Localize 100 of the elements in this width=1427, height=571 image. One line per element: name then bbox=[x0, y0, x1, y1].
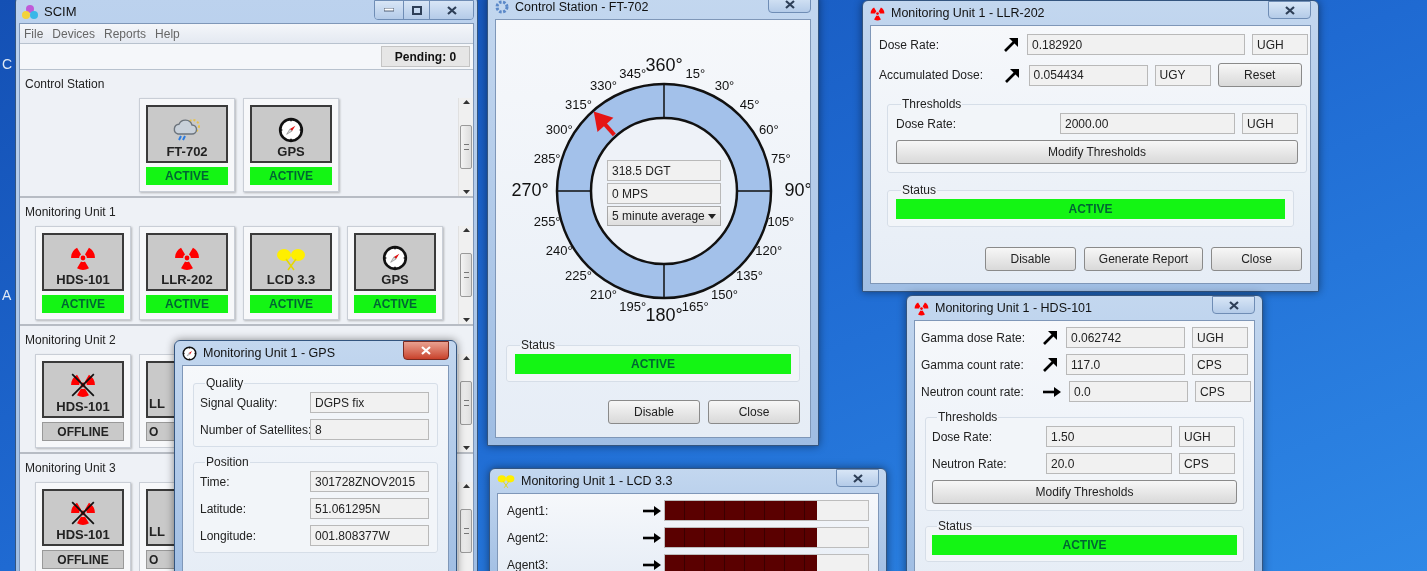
field-label: Agent1: bbox=[507, 502, 550, 520]
value-field[interactable]: 0.182920 bbox=[1027, 34, 1245, 55]
radiation-icon bbox=[914, 300, 929, 316]
device-button[interactable]: GPS bbox=[354, 233, 436, 291]
status-indicator: ACTIVE bbox=[354, 294, 436, 313]
degree-label: 15° bbox=[685, 65, 706, 81]
device-button[interactable]: HDS-101 bbox=[42, 489, 124, 546]
value-field[interactable]: 8 bbox=[310, 419, 429, 440]
value-field[interactable]: UGH bbox=[1242, 113, 1298, 134]
section-title: Monitoring Unit 3 bbox=[24, 460, 117, 476]
close-button[interactable] bbox=[768, 0, 811, 13]
menu-item[interactable]: Devices bbox=[52, 24, 96, 43]
value-field[interactable]: 2000.00 bbox=[1060, 113, 1235, 134]
menu-item[interactable]: Help bbox=[155, 24, 180, 43]
value-field[interactable]: CPS bbox=[1192, 354, 1248, 375]
value-field[interactable]: 0 MPS bbox=[607, 183, 721, 204]
device-button[interactable]: LL bbox=[146, 361, 175, 418]
right-arrow-icon bbox=[642, 504, 663, 517]
value-field[interactable]: 117.0 bbox=[1066, 354, 1185, 375]
degree-label: 180° bbox=[645, 304, 683, 325]
value-field[interactable]: UGH bbox=[1179, 426, 1235, 447]
device-button[interactable]: HDS-101 bbox=[42, 233, 124, 291]
maximize-icon bbox=[411, 5, 422, 15]
compass-icon bbox=[278, 116, 304, 143]
value-field[interactable]: 0.062742 bbox=[1066, 327, 1185, 348]
status-indicator: ACTIVE bbox=[515, 354, 791, 374]
degree-label: 270° bbox=[511, 179, 549, 200]
device-button[interactable]: LLR-202 bbox=[146, 233, 228, 291]
close-button[interactable] bbox=[430, 1, 473, 19]
crossed-radiation-icon bbox=[70, 500, 96, 526]
right-arrow-icon bbox=[1042, 385, 1062, 398]
value-field[interactable]: CPS bbox=[1195, 381, 1251, 402]
menu-item[interactable]: File bbox=[24, 24, 44, 43]
degree-label: 105° bbox=[767, 213, 795, 229]
scroll-up-icon bbox=[462, 228, 470, 232]
degree-label: 75° bbox=[771, 151, 791, 167]
field-label: Agent2: bbox=[507, 529, 550, 547]
status-indicator: O bbox=[146, 550, 175, 569]
value-field[interactable]: 1.50 bbox=[1046, 426, 1172, 447]
device-button[interactable]: LL bbox=[146, 489, 175, 546]
scrollbar[interactable] bbox=[458, 98, 473, 196]
device-button[interactable]: GPS bbox=[250, 105, 332, 163]
maximize-button[interactable] bbox=[403, 1, 430, 19]
degree-label: 285° bbox=[533, 151, 561, 167]
field-label: Agent3: bbox=[507, 556, 550, 571]
push-button[interactable]: Modify Thresholds bbox=[896, 140, 1298, 164]
device-button[interactable]: HDS-101 bbox=[42, 361, 124, 418]
average-dropdown[interactable]: 5 minute average bbox=[607, 206, 721, 226]
value-field[interactable]: 20.0 bbox=[1046, 453, 1172, 474]
section-title: Control Station bbox=[24, 76, 106, 92]
push-button[interactable]: Modify Thresholds bbox=[932, 480, 1237, 504]
degree-label: 30° bbox=[714, 77, 735, 93]
group-title: Quality bbox=[205, 375, 245, 392]
push-button[interactable]: Close bbox=[1211, 247, 1302, 271]
status-indicator: ACTIVE bbox=[896, 199, 1285, 219]
app-logo-icon bbox=[21, 3, 39, 20]
value-field[interactable]: 51.061295N bbox=[310, 498, 429, 519]
value-field[interactable]: UGH bbox=[1192, 327, 1248, 348]
menu-item[interactable]: Reports bbox=[104, 24, 147, 43]
close-button[interactable] bbox=[403, 341, 449, 360]
close-icon bbox=[852, 473, 863, 483]
value-field[interactable]: 0.054434 bbox=[1028, 64, 1148, 86]
value-field[interactable]: 301728ZNOV2015 bbox=[310, 471, 429, 492]
close-button[interactable] bbox=[836, 469, 879, 487]
close-button[interactable] bbox=[1212, 296, 1255, 314]
value-field[interactable]: 318.5 DGT bbox=[607, 160, 721, 181]
push-button[interactable]: Generate Report bbox=[1084, 247, 1203, 271]
scrollbar[interactable] bbox=[458, 482, 473, 571]
group-title: Thresholds bbox=[901, 96, 963, 113]
scrollbar[interactable] bbox=[458, 354, 473, 452]
close-button[interactable] bbox=[1268, 1, 1311, 19]
value-field[interactable]: 0.0 bbox=[1069, 381, 1188, 402]
push-button[interactable]: Close bbox=[708, 400, 800, 424]
value-field[interactable]: 001.808377W bbox=[310, 525, 429, 546]
close-icon bbox=[1228, 300, 1239, 310]
device-button[interactable]: FT-702 bbox=[146, 105, 228, 163]
field-label: Number of Satellites: bbox=[200, 421, 310, 439]
scrollbar[interactable] bbox=[458, 226, 473, 324]
degree-label: 360° bbox=[645, 54, 683, 75]
close-icon bbox=[1284, 5, 1295, 15]
scroll-down-icon bbox=[462, 190, 470, 194]
value-field[interactable]: CPS bbox=[1179, 453, 1235, 474]
device-button[interactable]: LCD 3.3 bbox=[250, 233, 332, 291]
value-field[interactable]: DGPS fix bbox=[310, 392, 429, 413]
degree-label: 60° bbox=[758, 121, 779, 137]
crossed-radiation-icon bbox=[70, 372, 96, 398]
status-indicator: ACTIVE bbox=[932, 535, 1237, 555]
value-field[interactable]: UGY bbox=[1154, 64, 1211, 86]
field-label: Accumulated Dose: bbox=[879, 67, 985, 84]
status-indicator: OFFLINE bbox=[42, 550, 124, 569]
close-icon bbox=[446, 5, 457, 15]
push-button[interactable]: Reset bbox=[1217, 63, 1302, 87]
field-label: Time: bbox=[200, 473, 231, 491]
radiation-icon bbox=[870, 5, 885, 21]
desktop-icon-label: A bbox=[2, 286, 12, 305]
degree-label: 150° bbox=[711, 287, 738, 303]
value-field[interactable]: UGH bbox=[1252, 34, 1308, 55]
window-title: Monitoring Unit 1 - LLR-202 bbox=[891, 4, 1045, 22]
push-button[interactable]: Disable bbox=[608, 400, 700, 424]
push-button[interactable]: Disable bbox=[985, 247, 1076, 271]
